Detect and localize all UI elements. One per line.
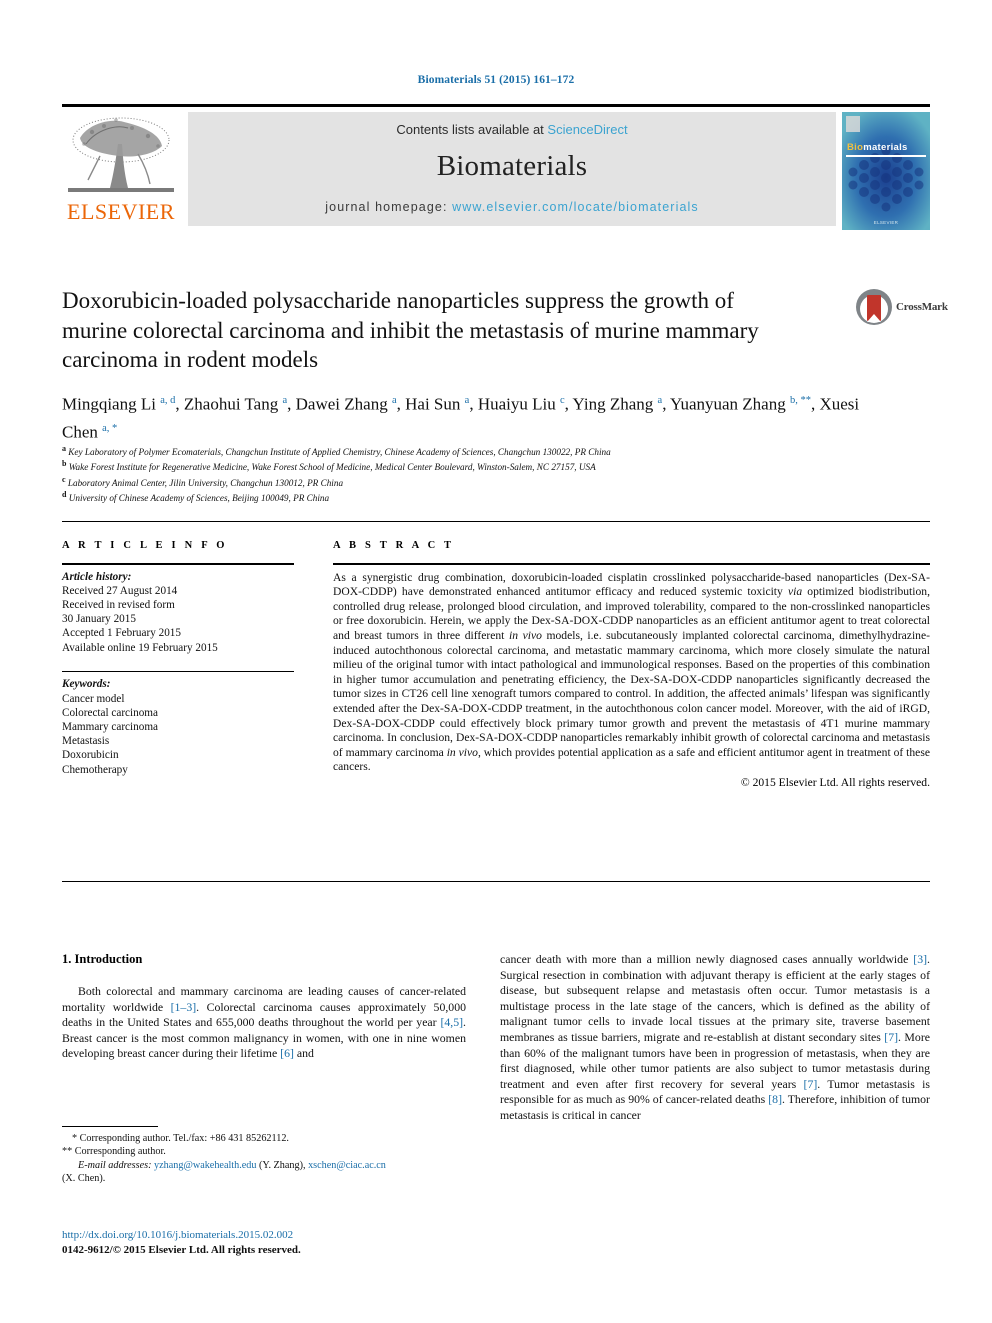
email-owner-1: (Y. Zhang) <box>259 1159 303 1171</box>
affiliation-list: a Key Laboratory of Polymer Ecomaterials… <box>62 443 932 505</box>
footnote-email-owner-2: (X. Chen). <box>62 1173 106 1185</box>
journal-header-box: Contents lists available at ScienceDirec… <box>188 112 836 226</box>
affiliation-item: d University of Chinese Academy of Scien… <box>62 489 932 504</box>
elsevier-wordmark: ELSEVIER <box>67 199 175 224</box>
sciencedirect-link[interactable]: ScienceDirect <box>547 122 627 137</box>
abstract-heading: A B S T R A C T <box>333 540 455 551</box>
crossmark-icon <box>856 289 892 325</box>
article-info-rule <box>62 563 294 565</box>
history-item: Received in revised form <box>62 599 175 611</box>
journal-title: Biomaterials <box>436 150 588 182</box>
contents-lists-line: Contents lists available at ScienceDirec… <box>188 122 836 137</box>
footnote-corresponding-2: ** Corresponding author. <box>62 1146 166 1158</box>
affiliation-text: Wake Forest Institute for Regenerative M… <box>68 462 596 473</box>
issn-copyright-line: 0142-9612/© 2015 Elsevier Ltd. All right… <box>62 1243 301 1256</box>
article-info-column: Article history: Received 27 August 2014… <box>62 563 294 777</box>
abstract-text: As a synergistic drug combination, doxor… <box>333 570 930 774</box>
homepage-prefix: journal homepage: <box>325 200 453 214</box>
email-link-2[interactable]: xschen@ciac.ac.cn <box>308 1160 386 1171</box>
keyword-item: Mammary carcinoma <box>62 721 158 734</box>
abstract-section-bottom-rule <box>62 881 930 882</box>
keyword-item: Metastasis <box>62 735 110 748</box>
email-addresses-label: E-mail addresses: <box>78 1159 152 1171</box>
contents-prefix: Contents lists available at <box>396 122 548 137</box>
affiliation-marker: c <box>62 474 66 484</box>
article-info-heading: A R T I C L E I N F O <box>62 540 228 551</box>
keywords-block: Keywords: Cancer model Colorectal carcin… <box>62 677 294 776</box>
homepage-link[interactable]: www.elsevier.com/locate/biomaterials <box>452 200 699 214</box>
running-head: Biomaterials 51 (2015) 161–172 <box>417 74 575 86</box>
cover-title-bio: Bio <box>847 142 864 153</box>
article-history-label: Article history: <box>62 570 132 583</box>
doi-block: http://dx.doi.org/10.1016/j.biomaterials… <box>62 1228 492 1257</box>
section-title-introduction: 1. Introduction <box>62 952 143 966</box>
article-history-block: Article history: Received 27 August 2014… <box>62 570 294 655</box>
page-title: Doxorubicin-loaded polysaccharide nanopa… <box>62 288 759 372</box>
info-section-top-rule <box>62 521 930 522</box>
footnote-rule <box>62 1126 158 1127</box>
footnote-block: * Corresponding author. Tel./fax: +86 43… <box>62 1132 466 1186</box>
journal-homepage-line: journal homepage: www.elsevier.com/locat… <box>188 200 836 214</box>
keyword-item: Doxorubicin <box>62 749 119 762</box>
crossmark-notch-shape <box>867 314 881 322</box>
body-column-left: Both colorectal and mammary carcinoma ar… <box>62 984 466 1061</box>
body-column-right: cancer death with more than a million ne… <box>500 952 931 1122</box>
affiliation-item: b Wake Forest Institute for Regenerative… <box>62 458 932 473</box>
crossmark-label: CrossMark <box>896 301 948 313</box>
keywords-gap <box>62 655 294 671</box>
keywords-label: Keywords: <box>62 678 111 691</box>
affiliation-marker: b <box>62 459 67 469</box>
history-item: Accepted 1 February 2015 <box>62 627 181 640</box>
affiliation-text: Key Laboratory of Polymer Ecomaterials, … <box>68 447 611 458</box>
journal-banner: ELSEVIER Contents lists available at Sci… <box>62 104 930 230</box>
history-item: Available online 19 February 2015 <box>62 641 218 654</box>
elsevier-tree-icon <box>68 117 174 192</box>
cover-footer-text: ELSEVIER <box>873 220 899 225</box>
elsevier-logo: ELSEVIER <box>62 112 180 226</box>
journal-cover-thumbnail[interactable]: Biomaterials ELSEVIER <box>842 112 930 230</box>
keyword-item: Cancer model <box>62 692 125 705</box>
affiliation-item: a Key Laboratory of Polymer Ecomaterials… <box>62 443 932 458</box>
cover-underline <box>846 155 926 157</box>
cover-title: Biomaterials <box>847 142 908 153</box>
keyword-item: Colorectal carcinoma <box>62 706 158 719</box>
keyword-item: Chemotherapy <box>62 763 128 776</box>
history-item: 30 January 2015 <box>62 613 136 626</box>
affiliation-text: University of Chinese Academy of Science… <box>68 493 330 504</box>
affiliation-marker: a <box>62 444 66 453</box>
email-link-1[interactable]: yzhang@wakehealth.edu <box>154 1160 256 1171</box>
abstract-copyright: © 2015 Elsevier Ltd. All rights reserved… <box>740 775 930 789</box>
footnote-corresponding-1: * Corresponding author. Tel./fax: +86 43… <box>72 1133 289 1144</box>
author-list: Mingqiang Li a, d, Zhaohui Tang a, Dawei… <box>62 394 860 442</box>
cover-elsevier-mark <box>846 116 860 132</box>
affiliation-item: c Laboratory Animal Center, Jilin Univer… <box>62 474 932 489</box>
affiliation-marker: d <box>62 490 67 500</box>
keywords-rule <box>62 670 294 673</box>
history-item: Received 27 August 2014 <box>62 584 178 597</box>
abstract-rule <box>333 563 930 565</box>
abstract-column: As a synergistic drug combination, doxor… <box>333 563 930 789</box>
footnote-emails: E-mail addresses: yzhang@wakehealth.edu … <box>78 1159 386 1171</box>
crossmark-badge[interactable]: CrossMark <box>856 287 948 327</box>
banner-top-rule <box>62 104 930 107</box>
cover-title-materials: materials <box>863 142 908 153</box>
article-first-page: Biomaterials 51 (2015) 161–172 ELSEVIER … <box>0 0 992 1323</box>
affiliation-text: Laboratory Animal Center, Jilin Universi… <box>67 478 344 488</box>
doi-link[interactable]: http://dx.doi.org/10.1016/j.biomaterials… <box>62 1228 492 1243</box>
